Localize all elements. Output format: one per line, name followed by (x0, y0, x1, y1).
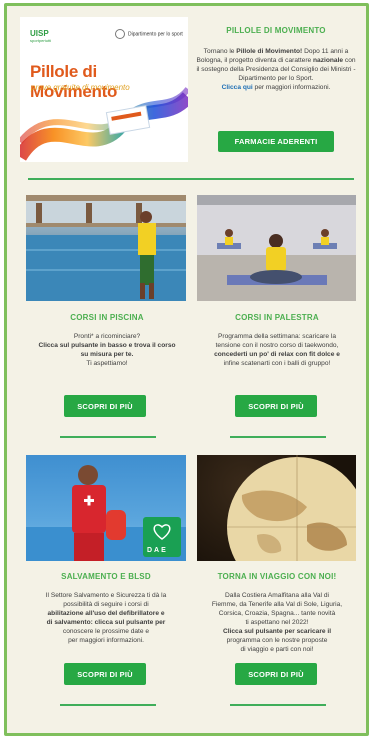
dae-label: DAE (147, 547, 168, 554)
globe-image[interactable] (197, 455, 356, 561)
divider (230, 704, 326, 706)
hero-image[interactable]: UISP sportpertutti Dipartimento per lo s… (20, 17, 188, 162)
gym-description: Programma della settimana: scaricare la … (214, 333, 340, 367)
gym-discover-button[interactable]: SCOPRI DI PIÙ (235, 395, 317, 417)
lifeguard-image[interactable]: DAE (26, 455, 186, 561)
pool-image[interactable] (26, 195, 186, 301)
pool-description: Pronti* a ricominciare? Clicca sul pulsa… (38, 333, 176, 367)
globe-photo (227, 455, 356, 561)
travel-description: Dalla Costiera Amalfitana alla Val di Fi… (211, 592, 343, 653)
lifeguard-card-text: SALVAMENTO E BLSD Il Settore Salvamento … (20, 572, 192, 645)
lifeguard-title: SALVAMENTO E BLSD (61, 572, 151, 581)
gym-photo (197, 195, 356, 301)
pool-title: CORSI IN PISCINA (70, 313, 144, 322)
pool-photo (26, 195, 186, 301)
hero-description: Tornano le Pillole di Movimento! Dopo 11… (196, 48, 356, 91)
gym-card-text: CORSI IN PALESTRA Programma della settim… (194, 313, 360, 368)
pool-card-text: CORSI IN PISCINA Pronti* a ricominciare?… (26, 313, 188, 368)
pool-discover-button[interactable]: SCOPRI DI PIÙ (64, 395, 146, 417)
travel-discover-button[interactable]: SCOPRI DI PIÙ (235, 663, 317, 685)
gym-image[interactable] (197, 195, 356, 301)
gym-title: CORSI IN PALESTRA (235, 313, 319, 322)
rainbow-ribbon-icon (20, 87, 188, 161)
lifeguard-photo (26, 465, 186, 561)
hero-title: PILLOLE DI MOVIMENTO (226, 26, 326, 35)
divider (60, 436, 156, 438)
travel-title: TORNA IN VIAGGIO CON NOI! (217, 572, 337, 581)
divider (230, 436, 326, 438)
info-link[interactable]: Clicca qui (222, 84, 253, 91)
divider (28, 178, 354, 180)
lifeguard-description: Il Settore Salvamento e Sicurezza ti dà … (45, 592, 167, 644)
farmacie-aderenti-button[interactable]: FARMACIE ADERENTI (218, 131, 334, 152)
lifeguard-discover-button[interactable]: SCOPRI DI PIÙ (64, 663, 146, 685)
hero-text: PILLOLE DI MOVIMENTO Tornano le Pillole … (196, 26, 356, 92)
travel-card-text: TORNA IN VIAGGIO CON NOI! Dalla Costiera… (193, 572, 361, 654)
divider (60, 704, 156, 706)
